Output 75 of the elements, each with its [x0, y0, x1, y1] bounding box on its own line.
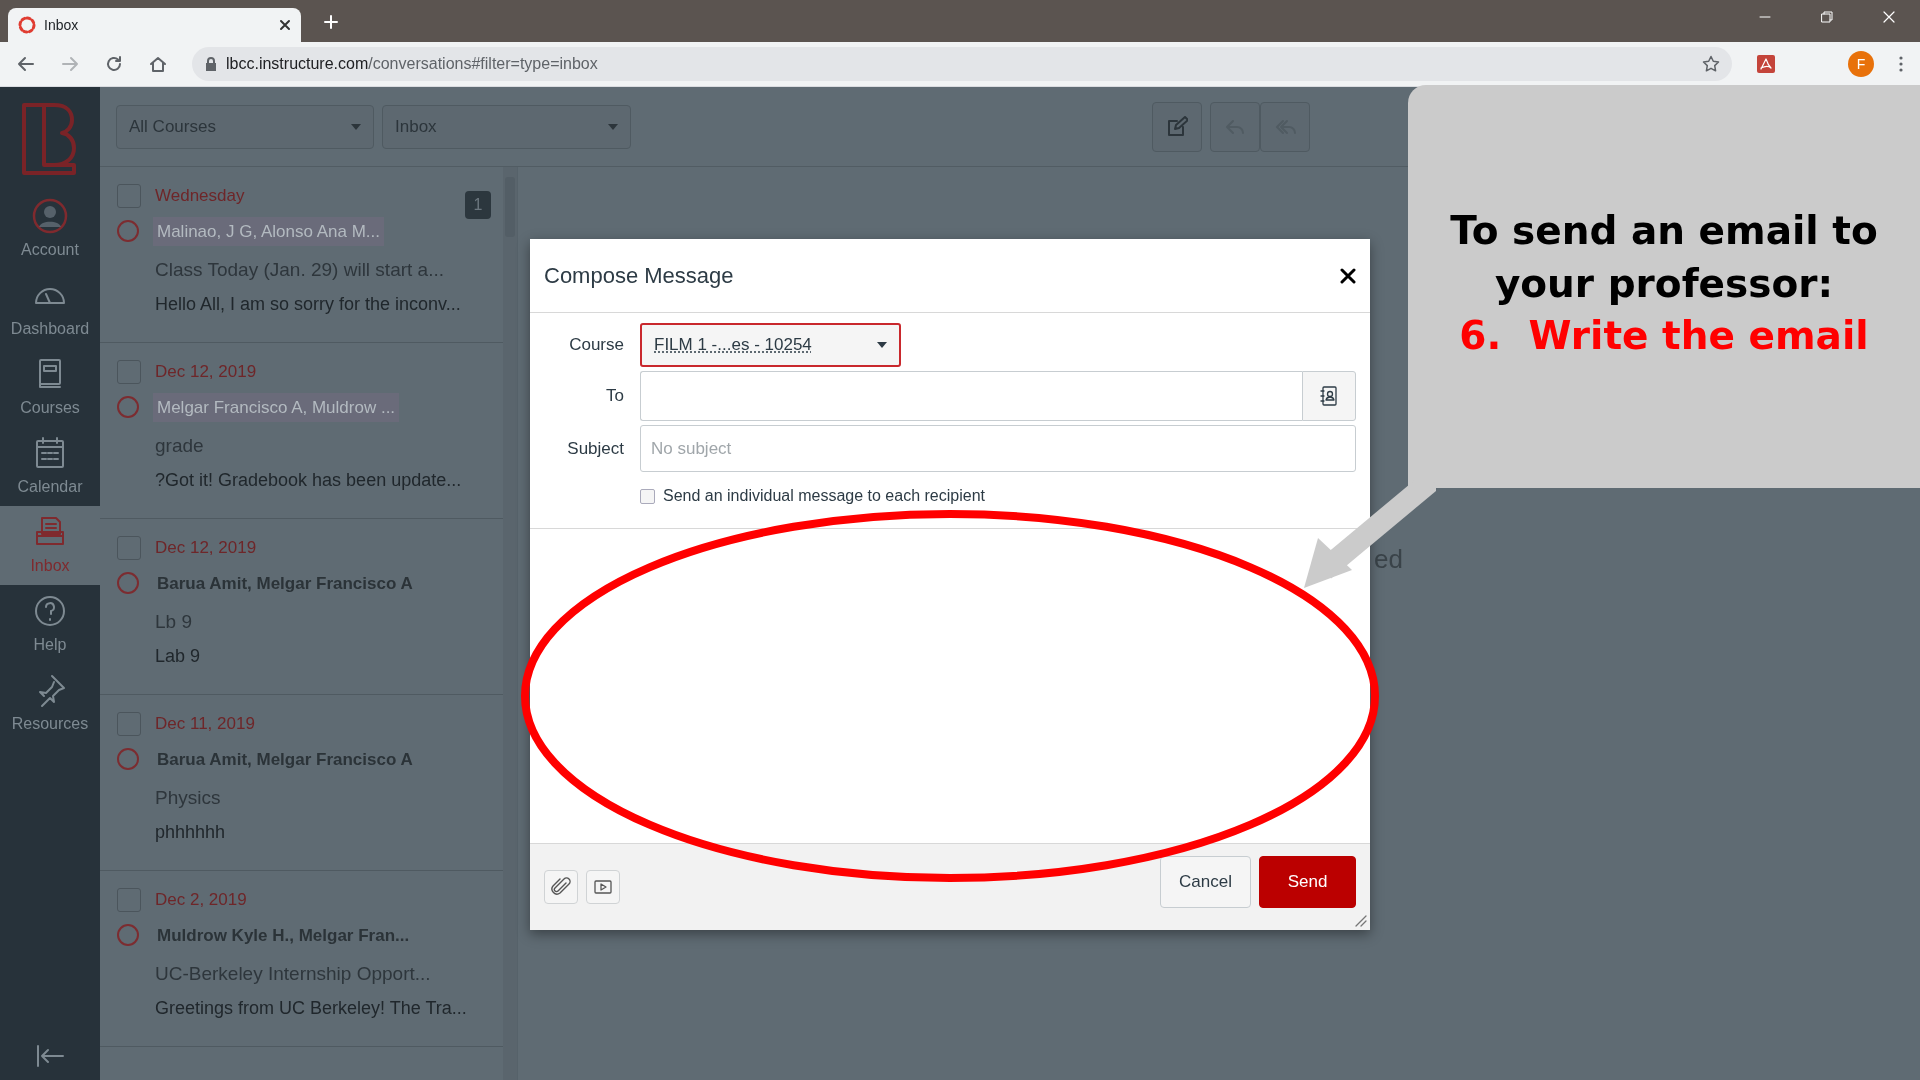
callout-step: 6. Write the email: [1408, 310, 1920, 363]
pdf-icon[interactable]: [1756, 54, 1776, 74]
message-sender: Malinao, J G, Alonso Ana M...: [153, 216, 384, 246]
sidebar-item[interactable]: Calendar: [0, 427, 100, 506]
add-tab-icon[interactable]: [323, 14, 339, 30]
message-subject: UC-Berkeley Internship Opport...: [155, 962, 432, 986]
compose-button[interactable]: [1152, 101, 1202, 152]
message-sender: Melgar Francisco A, Muldrow ...: [153, 392, 400, 422]
star-icon[interactable]: [1702, 55, 1720, 73]
collapse-icon[interactable]: [35, 1044, 65, 1068]
url-text: lbcc.instructure.com/conversations#filter=type=inbox: [226, 54, 599, 74]
message-subject: Physics: [155, 786, 222, 810]
address-book-button[interactable]: [1302, 371, 1356, 421]
checkbox-label: Send an individual message to each recipient: [663, 486, 985, 506]
sidebar-item[interactable]: Resources: [0, 664, 100, 743]
unread-marker-icon[interactable]: [117, 396, 139, 419]
message-item[interactable]: Dec 12, 2019 Melgar Francisco A, Muldrow ... grade ?Got it! Gradebook has been update...: [100, 343, 504, 519]
message-sender: Barua Amit, Melgar Francisco A: [156, 572, 414, 595]
lock-icon: [204, 56, 218, 72]
loading-ring-icon: [18, 16, 36, 34]
unread-marker-icon[interactable]: [117, 220, 139, 243]
course-select[interactable]: FILM 1 -...es - 10254: [640, 323, 901, 367]
address-field[interactable]: lbcc.instructure.com/conversations#filter=type=inbox: [192, 47, 1732, 81]
caret-icon: [877, 342, 887, 348]
message-sender: Barua Amit, Melgar Francisco A: [156, 748, 414, 771]
sidebar-item[interactable]: Help: [0, 585, 100, 664]
message-preview: Greetings from UC Berkeley! The Tra...: [155, 996, 468, 1020]
checkbox[interactable]: [640, 488, 655, 504]
cancel-button[interactable]: Cancel: [1160, 856, 1251, 908]
attach-button[interactable]: [544, 870, 578, 904]
more-menu-icon[interactable]: [1898, 55, 1904, 73]
message-preview: Hello All, I am so sorry for the inconv...: [155, 292, 462, 316]
close-icon[interactable]: [279, 19, 291, 31]
recipient-field[interactable]: [640, 371, 1302, 421]
message-date: Dec 12, 2019: [155, 361, 257, 383]
subject-field[interactable]: No subject: [640, 425, 1356, 472]
address-book-icon: [1320, 386, 1338, 406]
sidebar-item[interactable]: Account: [0, 190, 100, 269]
pencil-icon: [1166, 115, 1188, 138]
browser-tab[interactable]: Inbox: [8, 8, 301, 42]
message-date: Dec 11, 2019: [155, 713, 255, 735]
field-label: To: [605, 385, 624, 408]
play-icon: [593, 878, 613, 896]
resize-grip-icon[interactable]: [1353, 913, 1367, 927]
reload-icon[interactable]: [104, 54, 124, 74]
message-preview: Lab 9: [155, 644, 202, 668]
message-preview: phhhhhh: [155, 820, 227, 844]
media-button[interactable]: [586, 870, 620, 904]
sidebar-item[interactable]: Dashboard: [0, 269, 100, 348]
restore-icon[interactable]: [1820, 10, 1834, 24]
caret-icon: [351, 123, 361, 130]
profile-avatar[interactable]: F: [1848, 51, 1874, 77]
unread-marker-icon[interactable]: [117, 572, 139, 595]
forward-arrow-icon[interactable]: [60, 54, 80, 74]
unread-marker-icon[interactable]: [117, 748, 139, 771]
unread-marker-icon[interactable]: [117, 924, 139, 947]
callout-heading: To send an email to your professor:: [1449, 207, 1879, 308]
message-date: Dec 2, 2019: [155, 889, 247, 911]
avatar-icon: [32, 197, 68, 234]
sidebar-item[interactable]: Courses: [0, 348, 100, 427]
message-sender: Muldrow Kyle H., Melgar Fran...: [156, 924, 411, 947]
field-label: Course: [568, 334, 624, 357]
send-button[interactable]: Send: [1259, 856, 1356, 908]
message-preview: ?Got it! Gradebook has been update...: [155, 468, 463, 492]
field-label: Subject: [566, 437, 624, 460]
message-date: Wednesday: [155, 185, 245, 207]
home-icon[interactable]: [148, 54, 168, 74]
count-badge: 1: [465, 191, 492, 219]
dialog-title: Compose Message: [544, 262, 734, 290]
paperclip-icon: [551, 877, 571, 897]
message-date: Dec 12, 2019: [155, 537, 257, 559]
back-arrow-icon[interactable]: [16, 54, 36, 74]
message-subject: grade: [155, 434, 205, 458]
close-icon[interactable]: [1340, 267, 1356, 284]
caret-icon: [608, 123, 618, 130]
